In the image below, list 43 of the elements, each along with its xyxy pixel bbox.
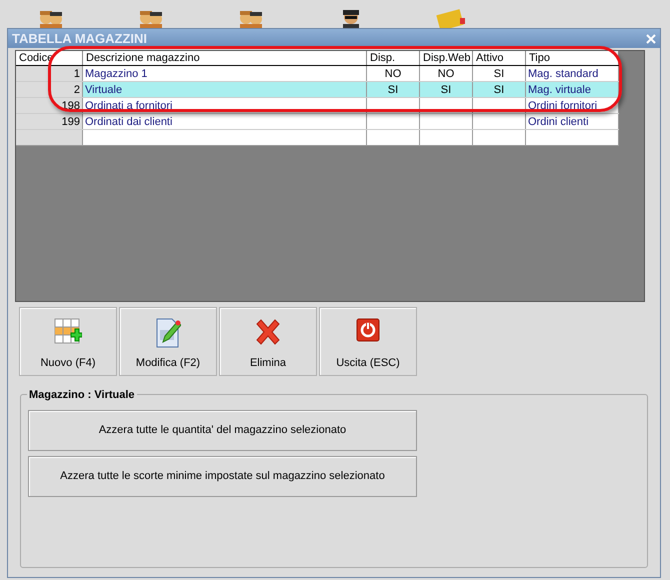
person-icon[interactable] — [340, 8, 362, 28]
power-icon — [356, 318, 380, 342]
close-icon[interactable] — [646, 34, 656, 44]
table-cell: Mag. standard — [526, 66, 619, 81]
table-cell: Virtuale — [83, 82, 367, 97]
cross-icon — [254, 318, 282, 346]
table-cell: Ordini clienti — [526, 114, 619, 129]
table-cell: SI — [473, 66, 526, 81]
table-cell: Ordinati dai clienti — [83, 114, 367, 129]
empty-row[interactable] — [16, 130, 619, 146]
row-header-cell: 1 — [16, 66, 83, 81]
people-icon[interactable] — [138, 8, 164, 28]
column-header[interactable]: Disp. — [367, 51, 420, 65]
column-header[interactable]: Tipo — [526, 51, 619, 65]
group-title: Magazzino : Virtuale — [27, 387, 137, 404]
table-cell: SI — [473, 82, 526, 97]
table-cell: Ordinati a fornitori — [83, 98, 367, 113]
toolbar-button[interactable]: Uscita (ESC) — [319, 307, 417, 376]
table-cell: NO — [367, 66, 420, 81]
table-row[interactable]: 1 Magazzino 1 NO NO SI Mag. standard — [16, 66, 619, 82]
document-pencil-icon — [155, 318, 181, 348]
people-icon[interactable] — [38, 8, 64, 28]
table-row[interactable]: 2 Virtuale SI SI SI Mag. virtuale — [16, 82, 619, 98]
table-cell: SI — [420, 82, 473, 97]
column-header[interactable]: Descrizione magazzino — [83, 51, 367, 65]
grid-add-icon — [54, 318, 82, 346]
row-header-cell: 2 — [16, 82, 83, 97]
toolbar-button[interactable]: Nuovo (F4) — [19, 307, 117, 376]
column-header[interactable]: Attivo — [473, 51, 526, 65]
action-button[interactable]: Azzera tutte le scorte minime impostate sul magazzino selezionato — [28, 456, 417, 497]
table-cell: Mag. virtuale — [526, 82, 619, 97]
action-button[interactable]: Azzera tutte le quantita' del magazzino selezionato — [28, 410, 417, 451]
people-icon[interactable] — [238, 8, 264, 28]
table-cell: SI — [367, 82, 420, 97]
column-header[interactable]: Disp.Web — [420, 51, 473, 65]
window-title: TABELLA MAGAZZINI — [12, 30, 148, 48]
table-row[interactable]: 199 Ordinati dai clienti Ordini clienti — [16, 114, 619, 130]
toolbar-button[interactable]: Elimina — [219, 307, 317, 376]
table-cell: NO — [420, 66, 473, 81]
table-cell: Ordini fornitori — [526, 98, 619, 113]
row-header-cell: 199 — [16, 114, 83, 129]
table-cell: Magazzino 1 — [83, 66, 367, 81]
toolbar-button[interactable]: Modifica (F2) — [119, 307, 217, 376]
